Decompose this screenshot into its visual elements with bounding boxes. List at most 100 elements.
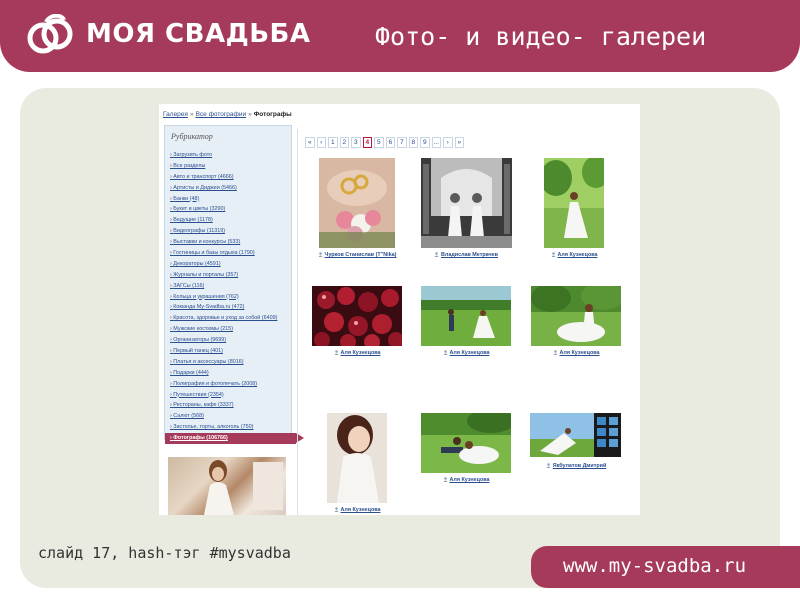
sidebar-item[interactable]: Загрузить фото (170, 150, 301, 161)
cherries-photo (312, 286, 404, 350)
brand-name: МОЯ СВАДЬБА (86, 19, 311, 49)
photo-author-link[interactable]: Аля Кузнецова (307, 507, 407, 513)
sidebar-item[interactable]: Первый танец (401) (170, 346, 301, 357)
photo-thumbnail[interactable] (421, 409, 515, 473)
page-link[interactable]: 2 (339, 137, 349, 148)
user-icon (334, 350, 339, 356)
photo-author-link[interactable]: Якбулатов Дмитрий (526, 463, 626, 469)
sidebar-item[interactable]: Выставки и конкурсы (533) (170, 237, 301, 248)
user-icon (551, 252, 556, 258)
author-name: Чурков Станислав (Т"Nika) (324, 252, 397, 258)
sidebar-item[interactable]: Авто и транспорт (4666) (170, 172, 301, 183)
couple-field-photo (421, 286, 511, 346)
photo-author-link[interactable]: Чурков Станислав (Т"Nika) (306, 252, 408, 258)
page-link[interactable]: ... (431, 137, 441, 148)
photo-author-link[interactable]: Аля Кузнецова (307, 350, 407, 356)
sidebar-item[interactable]: Организаторы (9699) (170, 335, 301, 346)
sidebar-item[interactable]: Полиграфия и фотопечать (2008) (170, 379, 301, 390)
sidebar-item[interactable]: Платья и аксессуары (8016) (170, 357, 301, 368)
bride-photo-image (204, 460, 283, 515)
author-name: Аля Кузнецова (559, 350, 600, 356)
slide-title: Фото- и видео- галереи (375, 22, 707, 51)
sidebar-item[interactable]: Кольца и украшения (762) (170, 292, 301, 303)
rings-bouquet-photo (319, 158, 395, 248)
gallery-content: «‹ 1 2 3 4 5 6 7 8 9... ›» Чурков Станислав (Т"Nik… (297, 129, 640, 515)
photo-thumbnail[interactable] (540, 156, 610, 248)
user-icon (318, 252, 323, 258)
author-name: Аля Кузнецова (449, 350, 490, 356)
sidebar-item[interactable]: Артисты и Диджеи (5466) (170, 183, 301, 194)
site-url[interactable]: www.my-svadba.ru (563, 555, 746, 577)
sidebar-item[interactable]: Видеографы (11319) (170, 226, 301, 237)
rubric-list: Загрузить фотоВсе разделыАвто и транспор… (165, 150, 304, 445)
user-icon (434, 252, 439, 258)
photo-author-link[interactable]: Аля Кузнецова (416, 350, 516, 356)
sidebar-item[interactable]: Ведущие (1178) (170, 215, 301, 226)
sidebar-item[interactable]: Журналы и порталы (357) (170, 270, 301, 281)
sidebar-item[interactable]: Путешествия (2354) (170, 390, 301, 401)
photo-author-link[interactable]: Аля Кузнецова (534, 252, 614, 258)
bride-promo-photo[interactable] (168, 457, 286, 515)
page-link[interactable]: 9 (420, 137, 430, 148)
breadcrumb-all-photos[interactable]: Все фотографии (196, 111, 247, 118)
author-name: Владислав Метрачев (441, 252, 498, 258)
gallery-screenshot: Галерея» Все фотографии» Фотографы Рубрика… (159, 104, 640, 515)
page-link[interactable]: ‹ (316, 137, 326, 148)
photo-author-link[interactable]: Аля Кузнецова (416, 477, 516, 483)
page-link[interactable]: 3 (351, 137, 361, 148)
photo-author-link[interactable]: Владислав Метрачев (416, 252, 516, 258)
sidebar-item[interactable]: Застолье, торты, алкоголь (750) (170, 422, 301, 433)
author-name: Якбулатов Дмитрий (552, 463, 607, 469)
photo-thumbnail[interactable] (530, 413, 621, 457)
sidebar-item[interactable]: Гостиницы и базы отдыха (1790) (170, 248, 301, 259)
page-link[interactable]: » (454, 137, 464, 148)
rubricator-sidebar: Рубрикатор Загрузить фотоВсе разделыАвто… (164, 125, 304, 445)
author-name: Аля Кузнецова (340, 350, 381, 356)
sidebar-item[interactable]: Красота, здоровье и уход за собой (6409) (170, 313, 301, 324)
sidebar-title: Рубрикатор (171, 132, 213, 141)
pagination: «‹ 1 2 3 4 5 6 7 8 9... ›» (305, 137, 464, 148)
bridesmaids-photo (421, 158, 512, 248)
photo-thumbnail[interactable] (531, 282, 625, 346)
user-icon (546, 463, 551, 469)
sidebar-item[interactable]: ЗАГСы (116) (170, 281, 301, 292)
bride-portrait-photo (327, 413, 387, 503)
breadcrumb-gallery[interactable]: Галерея (163, 111, 188, 118)
page-link[interactable]: 1 (328, 137, 338, 148)
page-link[interactable]: 6 (385, 137, 395, 148)
sidebar-item[interactable]: Команда My-Svadba.ru (472) (170, 302, 301, 313)
bride-lawn-photo (531, 282, 625, 346)
photo-thumbnail[interactable] (421, 286, 511, 346)
page-link[interactable]: « (305, 137, 315, 148)
user-icon (443, 477, 448, 483)
sidebar-item[interactable]: Салют (568) (170, 411, 301, 422)
sidebar-item[interactable]: Все разделы (170, 161, 301, 172)
page-link[interactable]: 7 (397, 137, 407, 148)
photo-thumbnail[interactable] (319, 158, 395, 248)
page-link[interactable]: 4 (362, 137, 372, 148)
photo-thumbnail[interactable] (421, 158, 512, 248)
sidebar-item[interactable]: Букет и цветы (3290) (170, 204, 301, 215)
sidebar-item[interactable]: Рестораны, кафе (3337) (170, 400, 301, 411)
site-url-bar[interactable]: www.my-svadba.ru (531, 546, 800, 588)
author-name: Аля Кузнецова (557, 252, 598, 258)
sidebar-item-active[interactable]: Фотографы (106766) (165, 433, 304, 445)
sidebar-item[interactable]: Мужские костюмы (215) (170, 324, 301, 335)
sidebar-item[interactable]: Банки (48) (170, 194, 301, 205)
page-link[interactable]: › (443, 137, 453, 148)
page-link[interactable]: 8 (408, 137, 418, 148)
photo-thumbnail[interactable] (327, 413, 387, 503)
breadcrumb-separator: » (189, 111, 194, 118)
user-icon (443, 350, 448, 356)
photo-thumbnail[interactable] (312, 286, 404, 350)
couple-grass-photo (421, 409, 515, 473)
breadcrumb-separator: » (248, 111, 252, 118)
page-link[interactable]: 5 (374, 137, 384, 148)
photo-author-link[interactable]: Аля Кузнецова (526, 350, 626, 356)
bride-collage-photo (530, 413, 621, 457)
sidebar-item[interactable]: Подарки (444) (170, 368, 301, 379)
sidebar-item[interactable]: Декораторы (4591) (170, 259, 301, 270)
breadcrumb-current: Фотографы (253, 111, 292, 118)
slide-header: МОЯ СВАДЬБА Фото- и видео- галереи (0, 0, 800, 72)
author-name: Аля Кузнецова (340, 507, 381, 513)
